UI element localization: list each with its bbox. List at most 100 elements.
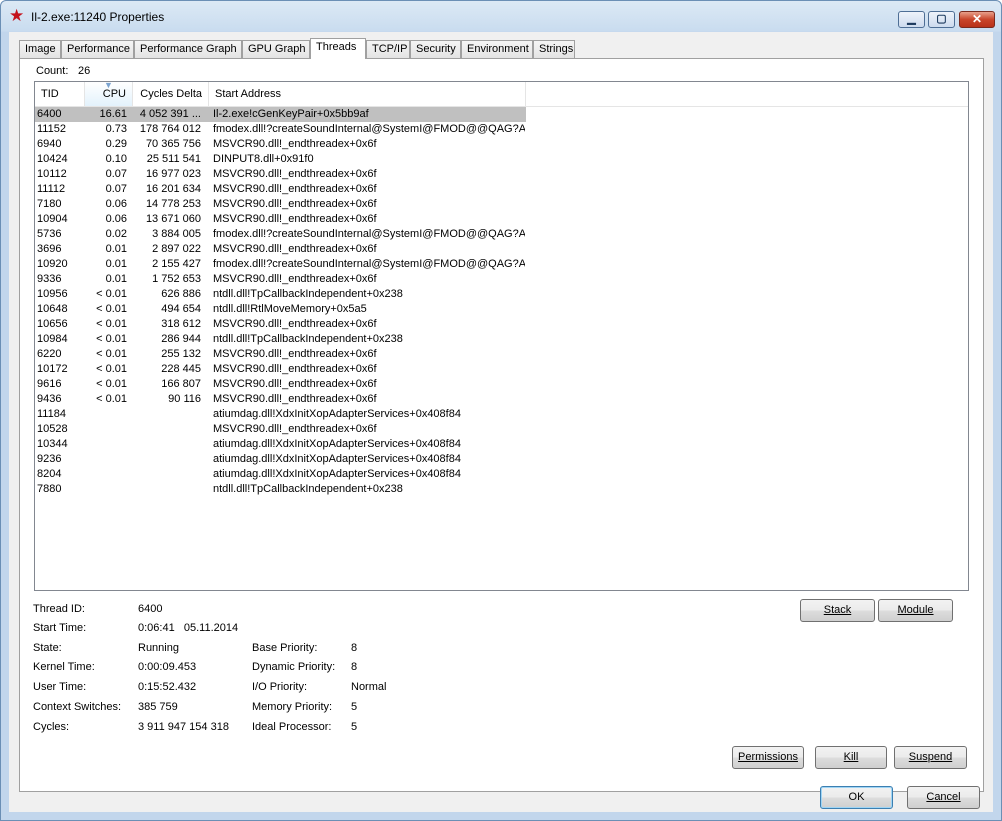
thread-cycles-cell: 318 612 xyxy=(161,318,201,330)
table-row[interactable]: 7180 0.06 14 778 253 MSVCR90.dll!_endthread… xyxy=(35,197,968,212)
thread-start-address-cell: MSVCR90.dll!_endthreadex+0x6f xyxy=(213,393,377,405)
maximize-button[interactable]: ▢ xyxy=(928,11,955,28)
table-row[interactable]: 11152 0.73 178 764 012 fmodex.dll!?createSo… xyxy=(35,122,968,137)
thread-cycles-cell: 255 132 xyxy=(161,348,201,360)
thread-id-value: 6400 xyxy=(138,603,163,615)
thread-start-address-cell: ntdll.dll!TpCallbackIndependent+0x238 xyxy=(213,333,403,345)
thread-cpu-cell: < 0.01 xyxy=(96,393,127,405)
thread-cpu-cell: 0.07 xyxy=(105,183,127,195)
table-row[interactable]: 10984 < 0.01 286 944 ntdll.dll!TpCallbackIn… xyxy=(35,332,968,347)
thread-tid-cell: 10424 xyxy=(37,153,68,165)
thread-start-address-cell: fmodex.dll!?createSoundInternal@SystemI@… xyxy=(213,228,525,240)
tab-performance-graph[interactable]: Performance Graph xyxy=(134,40,242,58)
table-row[interactable]: 10656 < 0.01 318 612 MSVCR90.dll!_endthread… xyxy=(35,317,968,332)
table-row[interactable]: 10424 0.10 25 511 541 DINPUT8.dll+0x91f0 xyxy=(35,152,968,167)
thread-start-address-cell: fmodex.dll!?createSoundInternal@SystemI@… xyxy=(213,123,525,135)
table-row[interactable]: 6220 < 0.01 255 132 MSVCR90.dll!_endthreade… xyxy=(35,347,968,362)
kill-button[interactable]: Kill xyxy=(815,746,887,769)
table-row[interactable]: 10956 < 0.01 626 886 ntdll.dll!TpCallbackIn… xyxy=(35,287,968,302)
thread-cpu-cell: 0.29 xyxy=(105,138,127,150)
thread-tid-cell: 7880 xyxy=(37,483,62,495)
thread-tid-cell: 11184 xyxy=(37,408,66,420)
suspend-button[interactable]: Suspend xyxy=(894,746,967,769)
thread-cycles-cell: 90 116 xyxy=(168,393,201,405)
threads-panel: Count: 26 TID ▼ CPU Cycles Delta Start Ad… xyxy=(19,58,984,792)
table-row[interactable]: 11112 0.07 16 201 634 MSVCR90.dll!_endthrea… xyxy=(35,182,968,197)
tab-tcpip[interactable]: TCP/IP xyxy=(366,40,410,58)
stack-button[interactable]: Stack xyxy=(800,599,875,622)
state-value: Running xyxy=(138,642,179,654)
thread-tid-cell: 10344 xyxy=(37,438,68,450)
thread-tid-cell: 10956 xyxy=(37,288,68,300)
tab-security[interactable]: Security xyxy=(410,40,461,58)
module-button[interactable]: Module xyxy=(878,599,953,622)
cancel-button[interactable]: Cancel xyxy=(907,786,980,809)
table-row[interactable]: 10344 atiumdag.dll!XdxInitXopAdapterServi… xyxy=(35,437,968,452)
minimize-button[interactable]: ▁ xyxy=(898,11,925,28)
tab-strings[interactable]: Strings xyxy=(533,40,575,58)
thread-cycles-cell: 16 977 023 xyxy=(145,168,201,180)
table-row[interactable]: 9436 < 0.01 90 116 MSVCR90.dll!_endthreadex… xyxy=(35,392,968,407)
thread-cycles-cell: 3 884 005 xyxy=(152,228,201,240)
column-header-cpu[interactable]: ▼ CPU xyxy=(85,82,133,106)
thread-start-address-cell: MSVCR90.dll!_endthreadex+0x6f xyxy=(213,198,377,210)
tab-environment[interactable]: Environment xyxy=(461,40,533,58)
permissions-button[interactable]: Permissions xyxy=(732,746,804,769)
thread-start-address-cell: MSVCR90.dll!_endthreadex+0x6f xyxy=(213,183,377,195)
table-row[interactable]: 6400 16.61 4 052 391 ... Il-2.exe!cGenKeyPa… xyxy=(35,107,526,122)
thread-start-address-cell: MSVCR90.dll!_endthreadex+0x6f xyxy=(213,423,377,435)
thread-tid-cell: 6940 xyxy=(37,138,62,150)
table-row[interactable]: 3696 0.01 2 897 022 MSVCR90.dll!_endthreade… xyxy=(35,242,968,257)
thread-tid-cell: 10172 xyxy=(37,363,68,375)
table-row[interactable]: 10904 0.06 13 671 060 MSVCR90.dll!_endthrea… xyxy=(35,212,968,227)
table-row[interactable]: 9336 0.01 1 752 653 MSVCR90.dll!_endthreade… xyxy=(35,272,968,287)
tab-gpu-graph[interactable]: GPU Graph xyxy=(242,40,310,58)
table-row[interactable]: 10172 < 0.01 228 445 MSVCR90.dll!_endthread… xyxy=(35,362,968,377)
cycles-label: Cycles: xyxy=(33,721,70,733)
table-row[interactable]: 11184 atiumdag.dll!XdxInitXopAdapterServi… xyxy=(35,407,968,422)
table-row[interactable]: 10528 MSVCR90.dll!_endthreadex+0x6f xyxy=(35,422,968,437)
user-time-value: 0:15:52.432 xyxy=(138,681,197,693)
thread-start-address-cell: fmodex.dll!?createSoundInternal@SystemI@… xyxy=(213,258,525,270)
thread-cpu-cell: 0.10 xyxy=(105,153,127,165)
column-header-tid[interactable]: TID xyxy=(35,82,85,106)
thread-start-address-cell: atiumdag.dll!XdxInitXopAdapterServices+0… xyxy=(213,408,461,420)
thread-cpu-cell: 16.61 xyxy=(99,108,127,120)
minimize-icon: ▁ xyxy=(907,13,916,25)
title-bar[interactable]: ★ Il-2.exe:11240 Properties ▁ ▢ ✕ xyxy=(1,1,1001,32)
column-header-cycles-delta[interactable]: Cycles Delta xyxy=(133,82,209,106)
tab-performance[interactable]: Performance xyxy=(61,40,134,58)
close-button[interactable]: ✕ xyxy=(959,11,995,28)
thread-cpu-cell: < 0.01 xyxy=(96,378,127,390)
table-row[interactable]: 5736 0.02 3 884 005 fmodex.dll!?createSound… xyxy=(35,227,968,242)
memory-priority-value: 5 xyxy=(351,701,358,713)
thread-cpu-cell: 0.02 xyxy=(105,228,127,240)
thread-cycles-cell: 70 365 756 xyxy=(145,138,201,150)
table-row[interactable]: 10920 0.01 2 155 427 fmodex.dll!?createSoun… xyxy=(35,257,968,272)
dynamic-priority-label: Dynamic Priority: xyxy=(252,661,336,673)
thread-cycles-cell: 286 944 xyxy=(161,333,201,345)
table-row[interactable]: 10648 < 0.01 494 654 ntdll.dll!RtlMoveMemor… xyxy=(35,302,968,317)
column-header-start-address[interactable]: Start Address xyxy=(209,82,526,106)
table-row[interactable]: 7880 ntdll.dll!TpCallbackIndependent+0x23… xyxy=(35,482,968,497)
thread-tid-cell: 6400 xyxy=(37,108,62,120)
table-row[interactable]: 8204 atiumdag.dll!XdxInitXopAdapterServic… xyxy=(35,467,968,482)
thread-start-address-cell: DINPUT8.dll+0x91f0 xyxy=(213,153,314,165)
thread-start-address-cell: Il-2.exe!cGenKeyPair+0x5bb9af xyxy=(213,108,369,120)
thread-cycles-cell: 228 445 xyxy=(161,363,201,375)
sort-descending-icon: ▼ xyxy=(104,81,113,90)
table-row[interactable]: 9616 < 0.01 166 807 MSVCR90.dll!_endthreade… xyxy=(35,377,968,392)
start-time-label: Start Time: xyxy=(33,622,87,634)
kernel-time-value: 0:00:09.453 xyxy=(138,661,197,673)
thread-cpu-cell: < 0.01 xyxy=(96,318,127,330)
tab-image[interactable]: Image xyxy=(19,40,61,58)
table-row[interactable]: 6940 0.29 70 365 756 MSVCR90.dll!_endthread… xyxy=(35,137,968,152)
table-row[interactable]: 9236 atiumdag.dll!XdxInitXopAdapterServic… xyxy=(35,452,968,467)
table-row[interactable]: 10112 0.07 16 977 023 MSVCR90.dll!_endthrea… xyxy=(35,167,968,182)
tab-threads[interactable]: Threads xyxy=(310,38,366,59)
ok-button[interactable]: OK xyxy=(820,786,893,809)
thread-cpu-cell: < 0.01 xyxy=(96,363,127,375)
thread-start-address-cell: atiumdag.dll!XdxInitXopAdapterServices+0… xyxy=(213,468,461,480)
thread-start-address-cell: ntdll.dll!TpCallbackIndependent+0x238 xyxy=(213,483,403,495)
threads-list[interactable]: TID ▼ CPU Cycles Delta Start Address 6400… xyxy=(34,81,969,591)
